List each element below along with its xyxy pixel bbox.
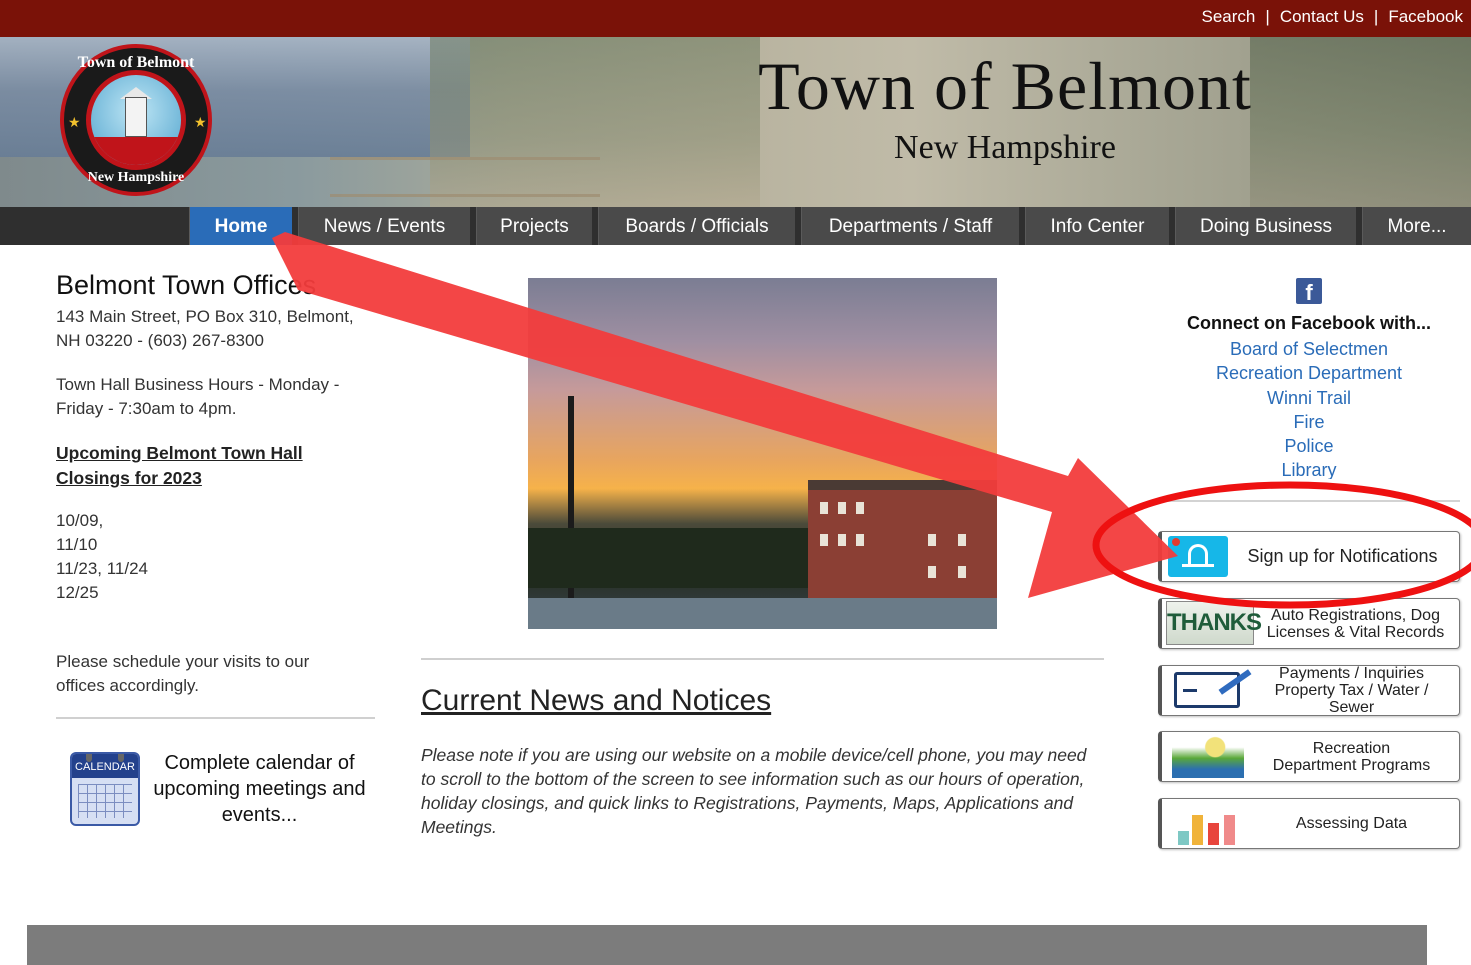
fb-link-selectmen[interactable]: Board of Selectmen [1160,337,1458,361]
recreation-button[interactable]: Recreation Department Programs [1158,731,1460,782]
payments-button[interactable]: Payments / Inquiries Property Tax / Wate… [1158,665,1460,716]
nav-departments-staff[interactable]: Departments / Staff [801,207,1019,245]
site-title: Town of Belmont [758,48,1252,124]
notification-dot [1172,538,1180,546]
calendar-ring [118,754,124,762]
fb-link-police[interactable]: Police [1160,434,1458,458]
chart-bar [1208,823,1219,845]
cupola [125,97,147,137]
closing-date: 11/10 [56,535,98,554]
assessing-button[interactable]: Assessing Data [1158,798,1460,849]
recreation-icon [1172,734,1244,778]
window [820,534,828,546]
window [928,534,936,546]
nav-projects[interactable]: Projects [476,207,592,245]
header-banner: Town of Belmont New Hampshire [0,37,1471,207]
seal-bottom-text: New Hampshire [87,170,185,185]
star-icon: ★ [68,114,81,130]
bar-chart-icon [1174,805,1244,845]
calendar-grid [78,784,132,818]
notifications-label: Sign up for Notifications [1247,546,1438,566]
separator: | [1265,7,1270,26]
contact-us-link[interactable]: Contact Us [1280,7,1364,27]
fb-link-winni-trail[interactable]: Winni Trail [1160,386,1458,410]
window [856,502,864,514]
closings-link[interactable]: Upcoming Belmont Town Hall Closings for … [56,441,356,491]
check-line [1183,689,1197,692]
seal-center [86,70,186,170]
office-title: Belmont Town Offices [56,270,317,300]
divider [421,658,1104,660]
nav-news-events[interactable]: News / Events [298,207,470,245]
building-roof [808,480,997,490]
office-hours: Town Hall Business Hours - Monday - Frid… [56,375,340,418]
fence-background [330,157,600,197]
site-subtitle: New Hampshire [894,129,1116,166]
top-links: Search | Contact Us | Facebook [1202,7,1463,27]
seal-base [91,137,181,165]
closing-dates: 10/09, 11/10 11/23, 11/24 12/25 [56,509,376,605]
assessing-label: Assessing Data [1295,815,1408,832]
calendar-icon-label: CALENDAR [72,754,138,778]
brick-building [808,480,997,603]
check-payment-icon [1174,669,1252,708]
facebook-heading: Connect on Facebook with... [1186,313,1431,333]
closing-date: 12/25 [56,583,99,602]
window [820,502,828,514]
footer-bar [27,925,1427,965]
mobile-notice: Please note if you are using our website… [421,745,1087,837]
auto-registrations-button[interactable]: THANKS Auto Registrations, Dog Licenses … [1158,598,1460,649]
closing-date: 11/23, 11/24 [56,559,149,578]
pen-shape [1218,669,1252,695]
facebook-links: Board of Selectmen Recreation Department… [1160,337,1458,479]
top-utility-bar: Search | Contact Us | Facebook [0,0,1471,37]
divider [1160,500,1460,502]
calendar-ring [86,754,92,762]
nav-home[interactable]: Home [189,207,292,245]
fb-link-fire[interactable]: Fire [1160,410,1458,434]
facebook-icon[interactable]: f [1296,278,1322,305]
window [838,534,846,546]
office-address: 143 Main Street, PO Box 310, Belmont, NH… [56,307,354,350]
closing-date: 10/09, [56,511,104,530]
news-title[interactable]: Current News and Notices [421,684,771,718]
nav-more[interactable]: More... [1362,207,1471,245]
fence-line [528,598,997,629]
window [838,502,846,514]
bell-icon [1168,536,1228,577]
nav-doing-business[interactable]: Doing Business [1175,207,1356,245]
fb-link-library[interactable]: Library [1160,458,1458,479]
search-link[interactable]: Search [1202,7,1256,27]
window [958,566,966,578]
chart-bar [1178,831,1189,845]
nav-boards-officials[interactable]: Boards / Officials [598,207,795,245]
bell-shape [1188,544,1208,564]
fb-link-recreation[interactable]: Recreation Department [1160,361,1458,385]
chart-bar [1224,815,1235,845]
divider [56,717,375,719]
sunset-photo [528,278,997,629]
main-nav: Home News / Events Projects Boards / Off… [0,207,1471,245]
auto-registrations-label: Auto Registrations, Dog Licenses & Vital… [1266,606,1445,641]
utility-pole [568,396,574,626]
window [928,566,936,578]
calendar-link[interactable]: Complete calendar of upcoming meetings a… [152,750,367,828]
star-icon: ★ [194,114,207,130]
notifications-button[interactable]: Sign up for Notifications [1158,531,1460,582]
town-seal-logo[interactable]: Town of Belmont ★ ★ New Hampshire [60,44,212,196]
payments-label: Payments / Inquiries Property Tax / Wate… [1274,665,1429,716]
facebook-link[interactable]: Facebook [1388,7,1463,27]
chart-bar [1192,815,1203,845]
bell-base [1182,564,1214,567]
schedule-note: Please schedule your visits to our offic… [56,652,310,695]
license-plate-icon: THANKS [1166,601,1262,645]
window [856,534,864,546]
recreation-label: Recreation Department Programs [1272,739,1431,774]
separator: | [1373,7,1379,26]
window [958,534,966,546]
calendar-icon[interactable]: CALENDAR [70,752,140,826]
nav-info-center[interactable]: Info Center [1025,207,1169,245]
